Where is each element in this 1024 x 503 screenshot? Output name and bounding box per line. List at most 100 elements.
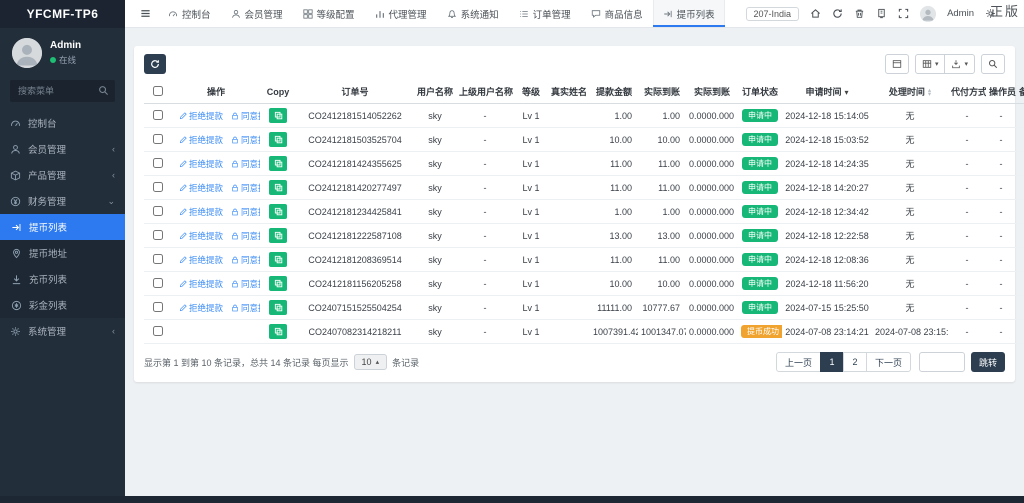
next-page-button[interactable]: 下一页 bbox=[866, 352, 911, 372]
copy-button[interactable] bbox=[269, 180, 287, 195]
page-jump-input[interactable] bbox=[919, 352, 965, 372]
column-header[interactable]: 订单号 bbox=[296, 80, 414, 104]
sidebar-item[interactable]: 会员管理‹ bbox=[0, 136, 125, 162]
page-jump-button[interactable]: 跳转 bbox=[971, 352, 1005, 372]
region-badge[interactable]: 207-India bbox=[746, 7, 800, 21]
fullscreen-icon[interactable] bbox=[898, 8, 909, 19]
column-header[interactable]: 用户名称 bbox=[414, 80, 456, 104]
hamburger-icon[interactable] bbox=[133, 0, 158, 27]
topnav-tab[interactable]: 系统通知 bbox=[437, 0, 509, 27]
home-icon[interactable] bbox=[810, 8, 821, 19]
column-header[interactable]: 实际到账 bbox=[686, 80, 738, 104]
row-checkbox[interactable] bbox=[153, 158, 163, 168]
page-button-2[interactable]: 2 bbox=[843, 352, 867, 372]
topnav-tab[interactable]: 代理管理 bbox=[365, 0, 437, 27]
cell-operator: - bbox=[986, 320, 1016, 344]
column-header[interactable]: 操作 bbox=[172, 80, 260, 104]
table-search-button[interactable] bbox=[981, 54, 1005, 74]
clear-cache-icon[interactable] bbox=[876, 8, 887, 19]
select-all-checkbox[interactable] bbox=[153, 86, 163, 96]
column-header[interactable]: 真实姓名 bbox=[548, 80, 590, 104]
approve-withdraw-link[interactable]: 同意提款 bbox=[231, 134, 260, 146]
sidebar-item[interactable]: 系统管理‹ bbox=[0, 318, 125, 344]
row-checkbox[interactable] bbox=[153, 230, 163, 240]
column-header[interactable]: 等级 bbox=[514, 80, 548, 104]
topnav-tab[interactable]: 提币列表 bbox=[653, 0, 725, 27]
approve-withdraw-link[interactable]: 同意提款 bbox=[231, 158, 260, 170]
reject-withdraw-link[interactable]: 拒绝提款 bbox=[179, 134, 223, 146]
row-checkbox[interactable] bbox=[153, 302, 163, 312]
sidebar-item[interactable]: 控制台 bbox=[0, 110, 125, 136]
copy-button[interactable] bbox=[269, 300, 287, 315]
app-window: YFCMF-TP6 Admin 在线 控制台会员管理‹产品管理‹财务管理⌄提币列… bbox=[0, 0, 1024, 503]
sidebar-item[interactable]: 提币列表 bbox=[0, 214, 125, 240]
topnav-tab[interactable]: 订单管理 bbox=[509, 0, 581, 27]
page-size-select[interactable]: 10▴ bbox=[354, 354, 388, 370]
cell-realname bbox=[548, 224, 590, 248]
reject-withdraw-link[interactable]: 拒绝提款 bbox=[179, 206, 223, 218]
page-button-1[interactable]: 1 bbox=[820, 352, 844, 372]
sidebar-item[interactable]: 充币列表 bbox=[0, 266, 125, 292]
copy-button[interactable] bbox=[269, 228, 287, 243]
copy-button[interactable] bbox=[269, 132, 287, 147]
toggle-pagination-button[interactable] bbox=[885, 54, 909, 74]
row-checkbox[interactable] bbox=[153, 110, 163, 120]
copy-button[interactable] bbox=[269, 324, 287, 339]
column-header[interactable]: 处理时间▴▾ bbox=[872, 80, 948, 104]
approve-withdraw-link[interactable]: 同意提款 bbox=[231, 278, 260, 290]
sidebar-item[interactable]: 产品管理‹ bbox=[0, 162, 125, 188]
column-header[interactable]: Copy bbox=[260, 80, 296, 104]
reject-withdraw-link[interactable]: 拒绝提款 bbox=[179, 254, 223, 266]
copy-button[interactable] bbox=[269, 108, 287, 123]
topnav-tab[interactable]: 会员管理 bbox=[221, 0, 293, 27]
row-checkbox[interactable] bbox=[153, 134, 163, 144]
prev-page-button[interactable]: 上一页 bbox=[776, 352, 821, 372]
reject-withdraw-link[interactable]: 拒绝提款 bbox=[179, 302, 223, 314]
column-header[interactable]: 上级用户名称 bbox=[456, 80, 514, 104]
topnav-tab[interactable]: 商品信息 bbox=[581, 0, 653, 27]
copy-button[interactable] bbox=[269, 276, 287, 291]
reject-withdraw-link[interactable]: 拒绝提款 bbox=[179, 230, 223, 242]
column-header[interactable]: 备注 bbox=[1016, 80, 1024, 104]
sidebar-user-name: Admin bbox=[50, 40, 81, 51]
approve-withdraw-link[interactable]: 同意提款 bbox=[231, 230, 260, 242]
reject-withdraw-link[interactable]: 拒绝提款 bbox=[179, 110, 223, 122]
topnav-tab[interactable]: 等级配置 bbox=[293, 0, 365, 27]
copy-button[interactable] bbox=[269, 204, 287, 219]
copy-button[interactable] bbox=[269, 156, 287, 171]
sidebar-item[interactable]: 提币地址 bbox=[0, 240, 125, 266]
row-checkbox[interactable] bbox=[153, 254, 163, 264]
reject-withdraw-link[interactable]: 拒绝提款 bbox=[179, 182, 223, 194]
reject-withdraw-link[interactable]: 拒绝提款 bbox=[179, 278, 223, 290]
trash-icon[interactable] bbox=[854, 8, 865, 19]
topbar: 控制台会员管理等级配置代理管理系统通知订单管理商品信息提币列表 207-Indi… bbox=[125, 0, 1024, 28]
approve-withdraw-link[interactable]: 同意提款 bbox=[231, 254, 260, 266]
row-checkbox[interactable] bbox=[153, 182, 163, 192]
column-header[interactable]: 申请时间▾ bbox=[782, 80, 872, 104]
approve-withdraw-link[interactable]: 同意提款 bbox=[231, 110, 260, 122]
user-avatar[interactable] bbox=[920, 6, 936, 22]
reject-withdraw-link[interactable]: 拒绝提款 bbox=[179, 158, 223, 170]
column-header[interactable]: 提款金额 bbox=[590, 80, 638, 104]
sidebar-item[interactable]: 彩金列表 bbox=[0, 292, 125, 318]
sidebar-item[interactable]: 财务管理⌄ bbox=[0, 188, 125, 214]
row-checkbox[interactable] bbox=[153, 278, 163, 288]
export-button[interactable]: ▾ bbox=[944, 54, 975, 74]
table-refresh-button[interactable] bbox=[144, 54, 166, 74]
cell-actions: 拒绝提款同意提款 bbox=[172, 296, 260, 320]
refresh-icon[interactable] bbox=[832, 8, 843, 19]
topnav-tab[interactable]: 控制台 bbox=[158, 0, 221, 27]
approve-withdraw-link[interactable]: 同意提款 bbox=[231, 182, 260, 194]
columns-button[interactable]: ▾ bbox=[915, 54, 946, 74]
row-checkbox[interactable] bbox=[153, 326, 163, 336]
row-checkbox[interactable] bbox=[153, 206, 163, 216]
approve-withdraw-link[interactable]: 同意提款 bbox=[231, 206, 260, 218]
column-header[interactable]: 实际到账 bbox=[638, 80, 686, 104]
approve-withdraw-link[interactable]: 同意提款 bbox=[231, 302, 260, 314]
column-header[interactable]: 订单状态 bbox=[738, 80, 782, 104]
column-header[interactable]: 代付方式 bbox=[948, 80, 986, 104]
column-header[interactable]: 操作员 bbox=[986, 80, 1016, 104]
copy-button[interactable] bbox=[269, 252, 287, 267]
topbar-username[interactable]: Admin bbox=[947, 8, 974, 19]
gear-icon[interactable] bbox=[985, 8, 996, 19]
